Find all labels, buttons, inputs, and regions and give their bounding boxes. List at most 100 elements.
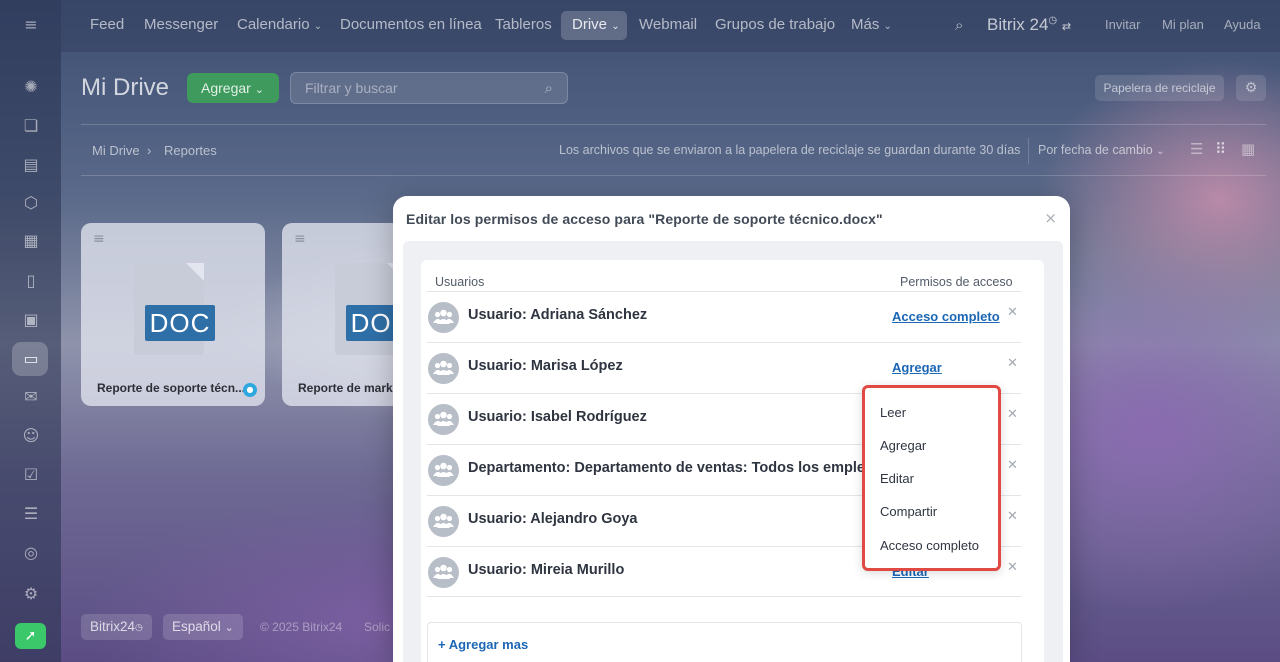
card-menu-icon[interactable]: ≡ <box>93 231 105 247</box>
nav-more-label: Más <box>851 16 880 33</box>
remove-icon[interactable]: ✕ <box>1007 407 1018 422</box>
language-label: Español <box>172 619 221 634</box>
clock-icon: ◷ <box>1048 15 1058 26</box>
add-button[interactable]: Agregar ⌄ <box>187 73 279 103</box>
nav-groups[interactable]: Grupos de trabajo <box>715 16 835 33</box>
footer-link[interactable]: Solic <box>364 620 390 634</box>
file-name[interactable]: Reporte de soporte técn... <box>97 381 245 395</box>
drive-icon[interactable]: ▭ <box>20 348 42 370</box>
chevron-down-icon: ⌄ <box>883 21 892 32</box>
user-name: Usuario: Marisa López <box>468 358 623 374</box>
calendar-icon[interactable]: ▦ <box>20 230 42 252</box>
clock-icon: ◷ <box>135 622 143 632</box>
list-view-icon[interactable]: ☰ <box>1190 140 1203 158</box>
breadcrumb-current[interactable]: Reportes <box>164 143 217 158</box>
remove-icon[interactable]: ✕ <box>1007 509 1018 524</box>
footer-brand: Bitrix24 <box>90 619 136 634</box>
search-box: ⌕ <box>290 72 568 104</box>
remove-icon[interactable]: ✕ <box>1007 356 1018 371</box>
add-more-button[interactable]: + Agregar mas <box>438 637 528 652</box>
chevron-down-icon: ⌄ <box>254 84 264 96</box>
chevron-down-icon: ⌄ <box>1156 146 1165 157</box>
tile-view-icon[interactable]: ▦ <box>1241 140 1255 158</box>
crm-icon[interactable]: ⬡ <box>20 192 42 214</box>
close-icon[interactable]: × <box>1044 209 1057 227</box>
page-title: Mi Drive <box>81 74 169 101</box>
nav-boards[interactable]: Tableros <box>495 16 552 33</box>
option-share[interactable]: Compartir <box>880 504 937 519</box>
option-read[interactable]: Leer <box>880 405 906 420</box>
top-navigation: Feed Messenger Calendario ⌄ Documentos e… <box>61 0 1280 52</box>
search-icon[interactable]: ⌕ <box>955 16 963 34</box>
remove-icon[interactable]: ✕ <box>1007 560 1018 575</box>
user-name: Usuario: Isabel Rodríguez <box>468 409 647 425</box>
user-name: Usuario: Mireia Murillo <box>468 562 625 578</box>
column-header-permissions: Permisos de acceso <box>900 275 1013 289</box>
option-full-access[interactable]: Acceso completo <box>880 538 979 553</box>
group-avatar-icon <box>428 455 459 486</box>
feed-icon[interactable]: ✺ <box>20 76 42 98</box>
search-input[interactable] <box>305 80 525 96</box>
help-link[interactable]: Ayuda <box>1224 17 1261 32</box>
nav-calendar-label: Calendario <box>237 16 310 33</box>
remove-icon[interactable]: ✕ <box>1007 458 1018 473</box>
group-avatar-icon <box>428 404 459 435</box>
file-card[interactable]: ≡ DOC Reporte de marke <box>282 223 402 406</box>
docs-icon[interactable]: ▯ <box>20 270 42 292</box>
robot-icon[interactable]: ◎ <box>20 542 42 564</box>
chevron-down-icon: ⌄ <box>611 21 620 32</box>
chevron-down-icon: ⌄ <box>313 21 323 32</box>
board-icon[interactable]: ▣ <box>20 309 42 331</box>
user-name: Usuario: Adriana Sánchez <box>468 307 648 323</box>
nav-drive[interactable]: Drive ⌄ <box>572 16 620 33</box>
permission-link[interactable]: Agregar <box>892 360 942 375</box>
permission-dropdown-menu: Leer Agregar Editar Compartir Acceso com… <box>862 385 1001 571</box>
my-plan-link[interactable]: Mi plan <box>1162 17 1204 32</box>
footer-brand-button[interactable]: Bitrix24◷ <box>81 614 152 640</box>
grid-view-icon[interactable]: ⠿ <box>1215 140 1226 158</box>
add-more-box: + Agregar mas <box>427 622 1022 662</box>
tasks-icon[interactable]: ▤ <box>20 154 42 176</box>
chevron-right-icon: › <box>147 143 152 158</box>
mail-icon[interactable]: ✉ <box>20 386 42 408</box>
group-avatar-icon <box>428 353 459 384</box>
file-card[interactable]: ≡ DOC Reporte de soporte técn... ● <box>81 223 265 406</box>
nav-messenger[interactable]: Messenger <box>144 16 218 33</box>
nav-calendar[interactable]: Calendario ⌄ <box>237 16 322 33</box>
menu-icon[interactable]: ≡ <box>20 14 42 36</box>
search-icon[interactable]: ⌕ <box>545 79 553 97</box>
shared-icon: ● <box>243 383 257 397</box>
sort-dropdown[interactable]: Por fecha de cambio ⌄ <box>1038 143 1165 157</box>
group-avatar-icon <box>428 506 459 537</box>
check-icon[interactable]: ☑ <box>20 464 42 486</box>
trash-info-text: Los archivos que se enviaron a la papele… <box>559 143 1021 157</box>
option-add[interactable]: Agregar <box>880 438 926 453</box>
nav-docs[interactable]: Documentos en línea <box>340 16 482 33</box>
card-menu-icon[interactable]: ≡ <box>294 231 306 247</box>
swap-icon: ⇄ <box>1061 21 1072 33</box>
page-fold <box>186 263 204 281</box>
nav-more[interactable]: Más ⌄ <box>851 16 892 33</box>
option-edit[interactable]: Editar <box>880 471 914 486</box>
gear-icon[interactable]: ⚙ <box>1236 75 1266 101</box>
chat-icon[interactable]: ❏ <box>20 115 42 137</box>
groups-icon[interactable]: ☺ <box>20 425 42 447</box>
chevron-down-icon: ⌄ <box>224 622 234 634</box>
nav-webmail[interactable]: Webmail <box>639 16 697 33</box>
settings-icon[interactable]: ⚙ <box>20 583 42 605</box>
sort-divider <box>1028 138 1029 164</box>
breadcrumb-root[interactable]: Mi Drive <box>92 143 140 158</box>
filter-icon[interactable]: ☰ <box>20 503 42 525</box>
file-name[interactable]: Reporte de marke <box>298 381 399 395</box>
nav-feed[interactable]: Feed <box>90 16 124 33</box>
permission-row: Usuario: Adriana Sánchez Acceso completo… <box>427 291 1021 342</box>
sort-label: Por fecha de cambio <box>1038 143 1153 157</box>
copyright-text: © 2025 Bitrix24 <box>260 620 343 634</box>
permission-link[interactable]: Acceso completo <box>892 309 1000 324</box>
language-select[interactable]: Español ⌄ <box>163 614 243 640</box>
add-button-label: Agregar <box>201 80 251 96</box>
invite-link[interactable]: Invitar <box>1105 17 1140 32</box>
rocket-icon[interactable]: ➚ <box>15 623 46 649</box>
remove-icon[interactable]: ✕ <box>1007 305 1018 320</box>
trash-button[interactable]: Papelera de reciclaje <box>1095 75 1224 101</box>
